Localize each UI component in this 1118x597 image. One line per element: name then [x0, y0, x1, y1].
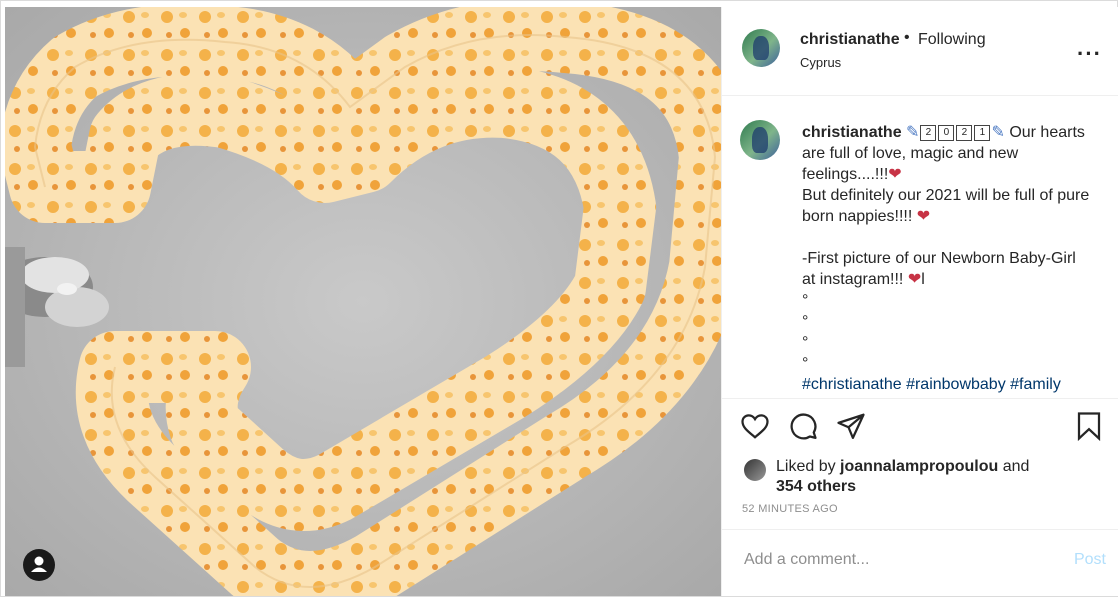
heart-icon[interactable] — [740, 411, 770, 441]
year-digit: 2 — [956, 125, 973, 141]
following-button[interactable]: Following — [918, 31, 986, 49]
caption-line-3: -First picture of our Newborn Baby-Girl … — [802, 250, 1076, 288]
likes-others-count[interactable]: 354 others — [776, 478, 856, 495]
liker-avatar[interactable] — [744, 459, 766, 481]
caption-line-2: But definitely our 2021 will be full of … — [802, 187, 1090, 225]
caption-bullet: ° — [802, 334, 809, 351]
caption-author-avatar[interactable] — [740, 120, 780, 160]
post-modal: christianathe • Following Cyprus ··· chr… — [0, 0, 1118, 597]
heart-emoji-icon: ❤ — [916, 208, 931, 225]
comment-bar: Post — [722, 529, 1118, 597]
diaper-heart-image — [5, 7, 721, 596]
post-caption: christianathe ✎ 2 0 2 1 ✎ Our hearts are full… — [722, 96, 1118, 398]
caption-text: christianathe ✎ 2 0 2 1 ✎ Our hearts are full… — [802, 122, 1092, 395]
post-sidebar: christianathe • Following Cyprus ··· chr… — [721, 7, 1118, 596]
more-horizontal-icon[interactable]: ··· — [1077, 41, 1102, 67]
caption-hashtags[interactable]: #christianathe #rainbowbaby #family — [802, 376, 1061, 393]
bookmark-icon[interactable] — [1074, 411, 1104, 442]
crayon-icon: ✎ — [906, 124, 920, 141]
caption-bullet: ° — [802, 355, 809, 372]
liked-by-prefix: Liked by — [776, 458, 836, 475]
comment-icon[interactable] — [788, 411, 818, 441]
likes-summary: Liked by joannalampropoulou and 354 othe… — [722, 449, 1118, 497]
caption-username[interactable]: christianathe — [802, 124, 902, 141]
year-digit: 2 — [920, 125, 937, 141]
year-digit: 0 — [938, 125, 955, 141]
separator-dot: • — [904, 29, 910, 46]
likes-text: Liked by joannalampropoulou and 354 othe… — [776, 457, 1096, 497]
caption-line-3-suffix: l — [921, 271, 925, 288]
share-icon[interactable] — [836, 411, 866, 441]
post-header: christianathe • Following Cyprus ··· — [722, 7, 1118, 96]
post-photo[interactable] — [5, 7, 721, 596]
caption-bullet: ° — [802, 313, 809, 330]
liker-username[interactable]: joannalampropoulou — [840, 458, 998, 475]
user-tag-icon[interactable] — [23, 549, 55, 581]
heart-emoji-icon: ❤ — [907, 271, 922, 288]
author-avatar[interactable] — [742, 29, 780, 67]
post-timestamp[interactable]: 52 MINUTES AGO — [742, 503, 838, 515]
post-comment-button[interactable]: Post — [1074, 551, 1106, 569]
action-bar — [722, 398, 1118, 453]
year-digit: 1 — [974, 125, 991, 141]
author-username[interactable]: christianathe — [800, 31, 900, 49]
post-location[interactable]: Cyprus — [800, 55, 841, 70]
heart-emoji-icon: ❤ — [888, 166, 902, 183]
liked-by-and: and — [1002, 458, 1030, 475]
caption-bullet: ° — [802, 292, 809, 309]
comment-input[interactable] — [742, 550, 1046, 570]
crayon-icon: ✎ — [991, 124, 1005, 141]
